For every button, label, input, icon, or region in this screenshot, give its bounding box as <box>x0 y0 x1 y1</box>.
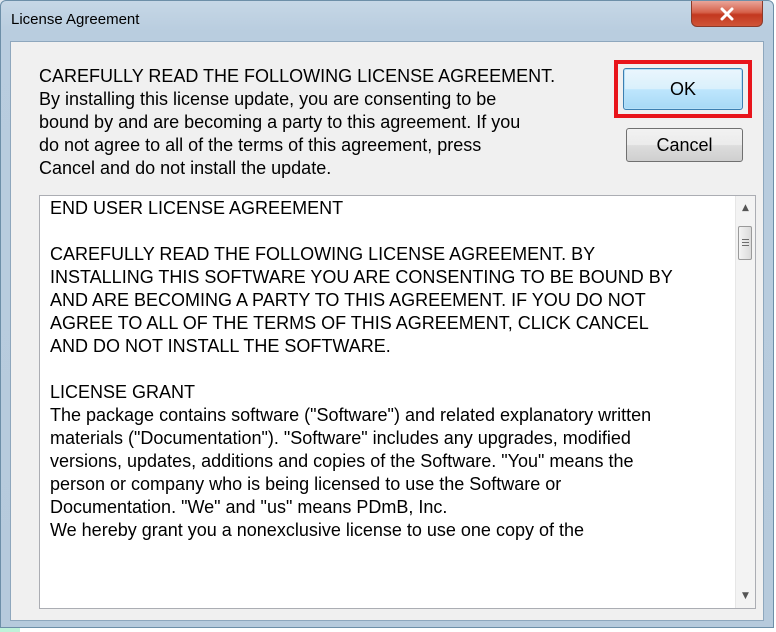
instruction-message: CAREFULLY READ THE FOLLOWING LICENSE AGR… <box>39 65 579 180</box>
license-line: Documentation. "We" and "us" means PDmB,… <box>50 497 448 517</box>
license-line: AND ARE BECOMING A PARTY TO THIS AGREEME… <box>50 290 646 310</box>
dialog-content: CAREFULLY READ THE FOLLOWING LICENSE AGR… <box>10 41 764 621</box>
message-line: do not agree to all of the terms of this… <box>39 135 482 155</box>
license-line: The package contains software ("Software… <box>50 405 652 425</box>
license-line: INSTALLING THIS SOFTWARE YOU ARE CONSENT… <box>50 267 673 287</box>
scrollbar-thumb[interactable] <box>738 226 752 260</box>
message-line: bound by and are becoming a party to thi… <box>39 112 521 132</box>
license-line: AND DO NOT INSTALL THE SOFTWARE. <box>50 336 391 356</box>
license-line: LICENSE GRANT <box>50 382 196 402</box>
license-line: versions, updates, additions and copies … <box>50 451 634 471</box>
close-icon <box>720 7 734 20</box>
license-line <box>50 358 732 381</box>
title-bar[interactable]: License Agreement <box>1 1 773 41</box>
license-line: CAREFULLY READ THE FOLLOWING LICENSE AGR… <box>50 244 596 264</box>
scroll-up-icon[interactable]: ▲ <box>736 198 755 218</box>
cancel-button[interactable]: Cancel <box>626 128 743 162</box>
license-line: person or company who is being licensed … <box>50 474 562 494</box>
scroll-down-icon[interactable]: ▼ <box>736 586 755 606</box>
message-line: CAREFULLY READ THE FOLLOWING LICENSE AGR… <box>39 66 556 86</box>
dialog-title: License Agreement <box>11 11 140 28</box>
license-text-box[interactable]: END USER LICENSE AGREEMENT CAREFULLY REA… <box>39 195 756 609</box>
grip-icon <box>741 239 749 247</box>
license-line: END USER LICENSE AGREEMENT <box>50 198 344 218</box>
license-agreement-dialog: License Agreement CAREFULLY READ THE FOL… <box>0 0 774 628</box>
message-line: By installing this license update, you a… <box>39 89 497 109</box>
close-button[interactable] <box>691 1 763 27</box>
license-line <box>50 220 732 243</box>
vertical-scrollbar[interactable]: ▲ ▼ <box>735 196 755 608</box>
license-line: AGREE TO ALL OF THE TERMS OF THIS AGREEM… <box>50 313 649 333</box>
license-line: We hereby grant you a nonexclusive licen… <box>50 520 584 540</box>
ok-button[interactable]: OK <box>623 68 743 110</box>
license-line: materials ("Documentation"). "Software" … <box>50 428 631 448</box>
license-text: END USER LICENSE AGREEMENT CAREFULLY REA… <box>50 197 732 542</box>
message-line: Cancel and do not install the update. <box>39 158 332 178</box>
